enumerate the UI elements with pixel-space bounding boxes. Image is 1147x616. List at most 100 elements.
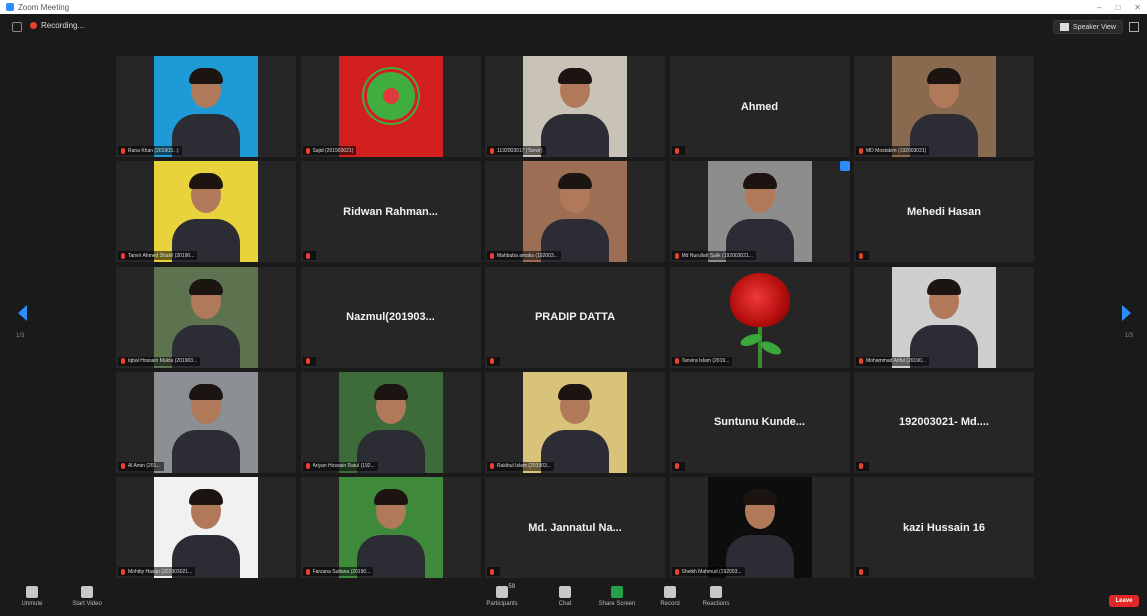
participant-name: Iqbal Hossain Mukta (201903...: [128, 358, 198, 364]
participant-tile[interactable]: Tanvira Islam (2019...: [669, 266, 850, 368]
participant-tile[interactable]: Md Nurullah Salik (192003021...: [669, 161, 850, 263]
participants-button[interactable]: 59 Participants: [477, 584, 527, 607]
muted-mic-icon: [490, 568, 494, 575]
participant-name: MD Mostakim (192003021): [866, 147, 927, 154]
participant-name: Rana Khan (201903...): [128, 147, 179, 154]
recording-indicator[interactable]: Recording...: [30, 21, 84, 30]
participant-name-label: Sajid (201903021): [302, 146, 357, 155]
participant-tile[interactable]: Rakibul Islam (201903...: [485, 371, 665, 473]
reactions-button[interactable]: Reactions: [691, 586, 741, 607]
participant-tile[interactable]: Suntunu Kunde...: [669, 371, 850, 473]
meeting-toolbar: Unmute Start Video 59 Participants Chat …: [0, 582, 1147, 616]
meeting-topbar: Recording... Speaker View: [0, 14, 1147, 42]
zoom-app-icon: [6, 3, 14, 11]
muted-mic-icon: [121, 358, 125, 364]
participant-name-label: [671, 146, 685, 155]
participant-name-label: [856, 567, 869, 576]
share-screen-button[interactable]: Share Screen: [592, 586, 642, 607]
participant-name-label: [487, 356, 500, 366]
participant-name-label: Md Nurullah Salik (192003021...: [671, 251, 756, 261]
page-indicator-right: 1/3: [1124, 333, 1133, 339]
muted-mic-icon: [490, 252, 494, 259]
participant-name: Mohammad Ariful (20190...: [866, 358, 927, 364]
participants-icon: [496, 586, 508, 598]
maximize-button[interactable]: □: [1115, 3, 1120, 12]
participant-name-label: [302, 356, 316, 366]
start-video-label: Start Video: [72, 601, 102, 607]
spotlight-icon: [839, 161, 850, 172]
participant-display-name: Suntunu Kunde...: [713, 416, 806, 429]
participant-name-label: 1192003017 (Tanvir): [487, 146, 546, 155]
participant-tile[interactable]: Rana Khan (201903...): [116, 56, 296, 157]
close-button[interactable]: ✕: [1134, 3, 1141, 12]
participant-name-label: Mohammad Ariful (20190...: [856, 356, 930, 366]
participant-avatar: [892, 56, 996, 157]
participant-tile[interactable]: Mehedi Hasan: [854, 161, 1034, 263]
muted-mic-icon: [305, 463, 310, 470]
speaker-view-button[interactable]: Speaker View: [1052, 20, 1123, 34]
reactions-label: Reactions: [702, 601, 730, 607]
participant-name: Al Amin (201...: [128, 463, 161, 470]
participant-tile[interactable]: Md. Jannatul Na...: [485, 477, 665, 578]
meeting-info-icon[interactable]: [12, 22, 22, 32]
gallery-grid: Rana Khan (201903...) Sajid (201903021) 11…: [116, 56, 1034, 578]
page-indicator-left: 1/3: [16, 333, 25, 339]
participant-tile[interactable]: Mohiby Hasan (201903021...: [116, 477, 296, 578]
participant-tile[interactable]: Ahmed: [669, 56, 850, 157]
participant-tile[interactable]: PRADIP DATTA: [485, 266, 665, 368]
participants-label: Participants: [486, 601, 518, 607]
record-button[interactable]: Record: [645, 586, 695, 607]
participant-avatar: [154, 266, 258, 368]
participant-tile[interactable]: Sajid (201903021): [300, 56, 481, 157]
participant-tile[interactable]: Tanvir Ahmed Shakil (20190...: [116, 161, 296, 263]
next-page-icon[interactable]: [1122, 305, 1131, 321]
participant-tile[interactable]: Nazmul(201903...: [300, 266, 481, 368]
participant-avatar: [707, 161, 812, 263]
muted-mic-icon: [121, 568, 125, 575]
participant-name: Tanvir Ahmed Shakil (20190...: [128, 252, 195, 259]
participant-tile[interactable]: Ariyan Hossain Ratul (192...: [300, 371, 481, 473]
speaker-view-label: Speaker View: [1072, 23, 1116, 31]
participant-tile[interactable]: Farzana Sultana (20190...: [300, 477, 481, 578]
muted-mic-icon: [674, 568, 679, 575]
muted-mic-icon: [674, 358, 679, 364]
participant-display-name: Ridwan Rahman...: [343, 205, 438, 218]
participant-name-label: [856, 251, 869, 261]
participant-tile[interactable]: 192003021- Md....: [854, 371, 1034, 473]
muted-mic-icon: [674, 252, 679, 259]
participant-tile[interactable]: 1192003017 (Tanvir): [485, 56, 665, 157]
chat-button[interactable]: Chat: [540, 586, 590, 607]
participant-name: Rakibul Islam (201903...: [497, 463, 551, 470]
participant-avatar: [154, 161, 258, 263]
unmute-button[interactable]: Unmute: [7, 586, 57, 607]
participant-tile[interactable]: Mohammad Ariful (20190...: [854, 266, 1034, 368]
participant-tile[interactable]: Sheikh Mahmud (192003...: [669, 477, 850, 578]
share-screen-label: Share Screen: [598, 601, 636, 607]
start-video-button[interactable]: Start Video: [62, 586, 112, 607]
leave-meeting-button[interactable]: Leave: [1109, 595, 1139, 607]
record-dot-icon: [30, 22, 37, 29]
participant-tile[interactable]: Iqbal Hossain Mukta (201903...: [116, 266, 296, 368]
muted-mic-icon: [305, 252, 310, 259]
participant-avatar: [338, 477, 443, 578]
participant-tile[interactable]: Mahbuba amalia (192003...: [485, 161, 665, 263]
participant-name-label: [671, 461, 685, 471]
participant-tile[interactable]: MD Mostakim (192003021): [854, 56, 1034, 157]
participant-avatar: [523, 56, 627, 157]
participant-display-name: Md. Jannatul Na...: [528, 521, 622, 534]
grid-view-icon: [1059, 23, 1069, 31]
participant-tile[interactable]: Al Amin (201...: [116, 371, 296, 473]
participant-name: Sajid (201903021): [312, 147, 354, 154]
previous-page-icon[interactable]: [18, 305, 27, 321]
chat-bubble-icon: [559, 586, 571, 598]
participant-tile[interactable]: kazi Hussain 16: [854, 477, 1034, 578]
fullscreen-icon[interactable]: [1129, 22, 1139, 32]
participant-tile[interactable]: Ridwan Rahman...: [300, 161, 481, 263]
participant-avatar: [523, 371, 627, 473]
participant-display-name: PRADIP DATTA: [534, 311, 616, 323]
muted-mic-icon: [674, 463, 679, 470]
minimize-button[interactable]: –: [1097, 3, 1101, 12]
muted-mic-icon: [305, 568, 310, 575]
participant-name: Ariyan Hossain Ratul (192...: [312, 463, 375, 470]
participant-name: Md Nurullah Salik (192003021...: [681, 252, 753, 259]
